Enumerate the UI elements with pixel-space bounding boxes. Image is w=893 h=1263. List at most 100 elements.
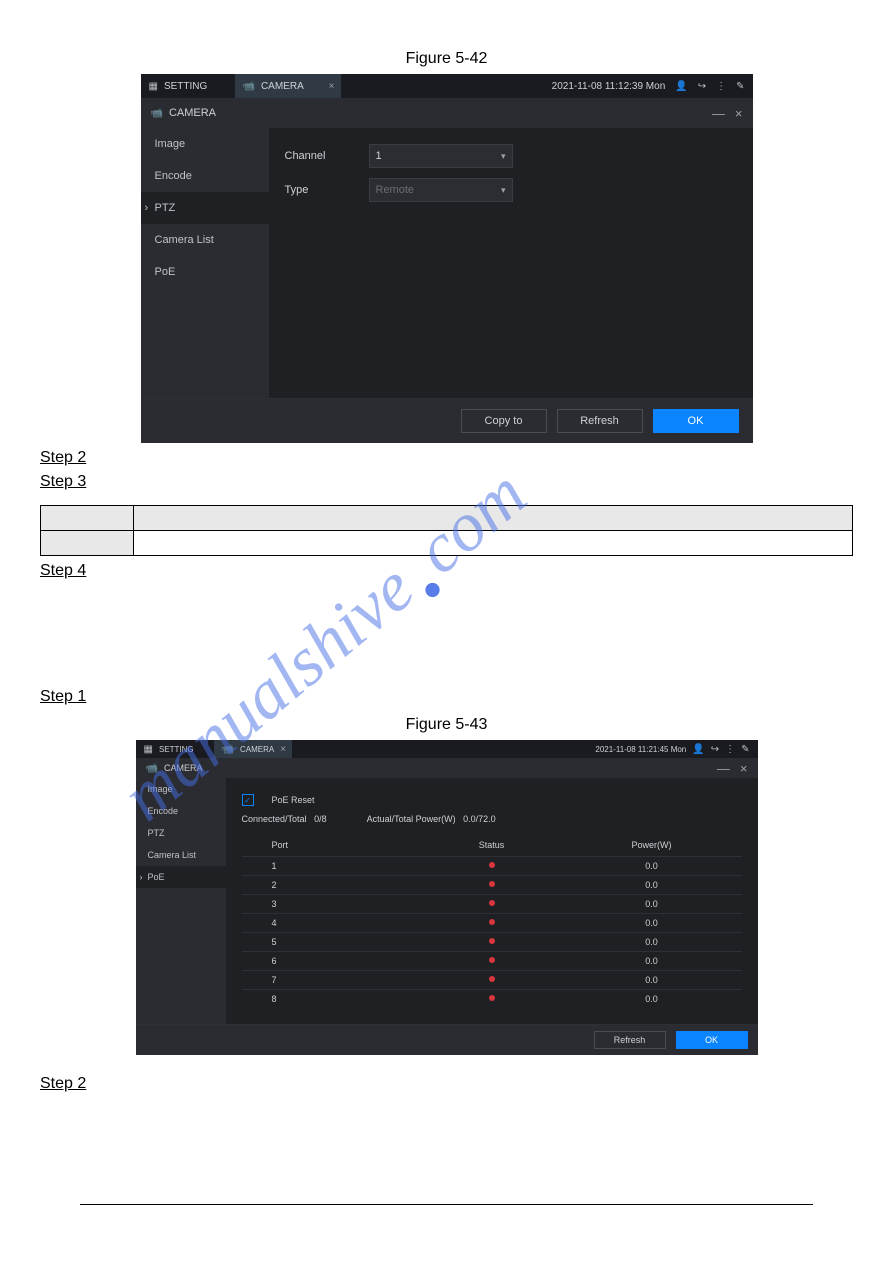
table-row: [41, 531, 853, 556]
form-row-type: Type Remote: [285, 178, 737, 202]
status-dot-icon: [489, 919, 495, 925]
user-icon[interactable]: [675, 81, 687, 92]
tab-camera[interactable]: CAMERA ×: [214, 740, 292, 758]
footer-bar: Copy to Refresh OK: [141, 398, 753, 443]
table-row: 60.0: [242, 952, 742, 971]
channel-dropdown[interactable]: 1: [369, 144, 513, 168]
sidebar-item-label: PoE: [155, 266, 176, 278]
poe-stats: Connected/Total 0/8 Actual/Total Power(W…: [242, 814, 742, 824]
minimize-icon[interactable]: —: [717, 761, 730, 776]
tab-close-icon[interactable]: ×: [329, 81, 335, 92]
sidebar-item-label: PTZ: [155, 202, 176, 214]
table-cell: [134, 506, 853, 531]
status-cell: [392, 857, 592, 876]
step-3-link[interactable]: Step 3: [40, 473, 853, 491]
table-cell: [41, 506, 134, 531]
poe-reset-checkbox[interactable]: ✓: [242, 794, 254, 806]
sidebar-item-label: PTZ: [148, 828, 165, 838]
tab-setting[interactable]: SETTING: [141, 74, 235, 98]
sidebar-item-label: Image: [148, 784, 173, 794]
sidebar-item-ptz[interactable]: PTZ: [136, 822, 226, 844]
copy-to-label: Copy to: [485, 415, 523, 427]
type-dropdown[interactable]: Remote: [369, 178, 513, 202]
form-row-channel: Channel 1: [285, 144, 737, 168]
table-row: 40.0: [242, 914, 742, 933]
sidebar-item-image[interactable]: Image: [141, 128, 269, 160]
power-cell: 0.0: [592, 952, 742, 971]
subbar-title: CAMERA: [164, 763, 203, 773]
camera-icon: [151, 108, 163, 119]
power-value: 0.0/72.0: [463, 814, 496, 824]
sidebar-item-label: Camera List: [155, 234, 214, 246]
subbar: CAMERA — ×: [136, 758, 758, 778]
figure-caption-42: Figure 5-42: [40, 50, 853, 68]
sidebar: Image Encode PTZ Camera List PoE: [136, 778, 226, 1024]
port-cell: 2: [242, 876, 392, 895]
tab-setting-label: SETTING: [164, 81, 207, 92]
edit-icon[interactable]: [736, 81, 744, 92]
ok-label: OK: [705, 1035, 718, 1045]
status-cell: [392, 990, 592, 1009]
camera-icon: [146, 763, 158, 774]
grid-icon: [149, 81, 158, 92]
logout-icon[interactable]: [698, 81, 706, 92]
table-header-row: Port Status Power(W): [242, 834, 742, 857]
sidebar-item-camera-list[interactable]: Camera List: [141, 224, 269, 256]
table-row: 70.0: [242, 971, 742, 990]
step-2-link[interactable]: Step 2: [40, 449, 853, 467]
ok-button[interactable]: OK: [653, 409, 739, 433]
main-panel: Channel 1 Type Remote: [269, 128, 753, 398]
col-power: Power(W): [592, 834, 742, 857]
status-dot-icon: [489, 881, 495, 887]
tab-camera[interactable]: CAMERA ×: [235, 74, 341, 98]
close-icon[interactable]: ×: [740, 761, 748, 776]
port-cell: 1: [242, 857, 392, 876]
footer-divider: [80, 1204, 813, 1205]
tab-close-icon[interactable]: ×: [280, 744, 286, 755]
tab-setting[interactable]: SETTING: [136, 740, 214, 758]
step-1-link[interactable]: Step 1: [40, 688, 853, 706]
sidebar-item-poe[interactable]: PoE: [136, 866, 226, 888]
minimize-icon[interactable]: —: [712, 106, 725, 121]
step-4-link[interactable]: Step 4: [40, 562, 853, 580]
table-row: 10.0: [242, 857, 742, 876]
sidebar-item-encode[interactable]: Encode: [141, 160, 269, 192]
status-cell: [392, 971, 592, 990]
close-icon[interactable]: ×: [735, 106, 743, 121]
status-dot-icon: [489, 995, 495, 1001]
sidebar-item-poe[interactable]: PoE: [141, 256, 269, 288]
table-row: 30.0: [242, 895, 742, 914]
user-icon[interactable]: [692, 744, 704, 755]
ok-button[interactable]: OK: [676, 1031, 748, 1049]
port-cell: 4: [242, 914, 392, 933]
table-row: 80.0: [242, 990, 742, 1009]
menu-icon[interactable]: [725, 744, 735, 755]
ok-label: OK: [688, 415, 704, 427]
sidebar-item-camera-list[interactable]: Camera List: [136, 844, 226, 866]
sidebar-item-encode[interactable]: Encode: [136, 800, 226, 822]
camera-icon: [222, 744, 234, 755]
refresh-button[interactable]: Refresh: [594, 1031, 666, 1049]
sidebar-item-image[interactable]: Image: [136, 778, 226, 800]
copy-to-button[interactable]: Copy to: [461, 409, 547, 433]
power-cell: 0.0: [592, 990, 742, 1009]
power-cell: 0.0: [592, 933, 742, 952]
type-label: Type: [285, 184, 345, 196]
power-cell: 0.0: [592, 971, 742, 990]
table-cell: [41, 531, 134, 556]
poe-reset-row: ✓ PoE Reset: [242, 794, 742, 806]
status-cell: [392, 914, 592, 933]
sidebar-item-label: Image: [155, 138, 186, 150]
tab-camera-label: CAMERA: [240, 745, 274, 754]
refresh-button[interactable]: Refresh: [557, 409, 643, 433]
sidebar-item-ptz[interactable]: PTZ: [141, 192, 269, 224]
power-label: Actual/Total Power(W): [367, 814, 456, 824]
datetime-text: 2021-11-08 11:21:45 Mon: [595, 745, 686, 754]
sidebar: Image Encode PTZ Camera List PoE: [141, 128, 269, 398]
menu-icon[interactable]: [716, 81, 726, 92]
table-row: 20.0: [242, 876, 742, 895]
edit-icon[interactable]: [741, 744, 749, 755]
logout-icon[interactable]: [711, 744, 719, 755]
step-2-link-b[interactable]: Step 2: [40, 1075, 853, 1093]
status-dot-icon: [489, 862, 495, 868]
